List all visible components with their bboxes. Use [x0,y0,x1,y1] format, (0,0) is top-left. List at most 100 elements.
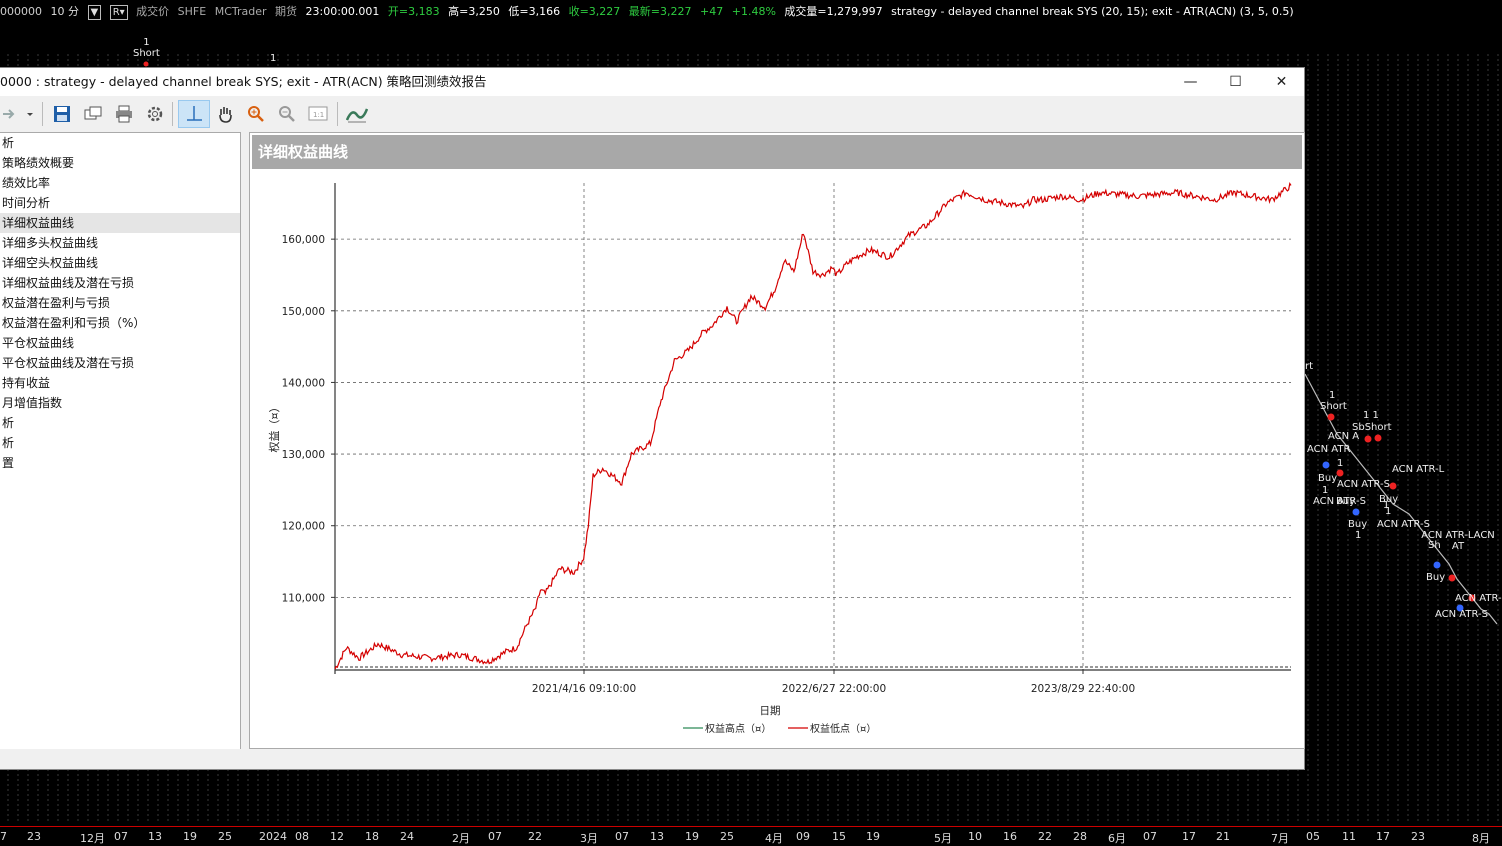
interval-dropdown-button[interactable]: ▼ [87,5,102,20]
date-axis-tick: 13 [650,830,664,843]
performance-report-window[interactable]: 0000 : strategy - delayed channel break … [0,67,1305,770]
maximize-button[interactable]: ☐ [1213,68,1258,96]
svg-text:1:1: 1:1 [313,111,324,119]
trade-signal-label: Buy [1318,473,1338,484]
date-axis-tick: 28 [1073,830,1087,843]
date-axis-tick: 7月 [1271,832,1289,845]
settings-gear-icon[interactable] [141,100,169,128]
equity-curve-chart[interactable]: 110,000 120,000 130,000 140,000 150,000 160,0… [250,169,1304,749]
forward-arrow-icon[interactable] [0,100,18,128]
tree-item[interactable]: 析 [0,433,240,453]
x-tick-label: 2023/8/29 22:40:00 [1031,683,1135,695]
date-axis-tick: 2月 [452,832,470,845]
tree-item[interactable]: 平仓权益曲线 [0,333,240,353]
date-axis-tick: 4月 [765,832,783,845]
tree-item[interactable]: 权益潜在盈利与亏损 [0,293,240,313]
volume-label: 成交量=1,279,997 [784,5,883,18]
y-tick-label: 140,000 [282,377,325,389]
tree-item[interactable]: 平仓权益曲线及潜在亏损 [0,353,240,373]
date-axis-tick: 23 [27,830,41,843]
y-tick-label: 150,000 [282,306,325,318]
trade-signal-label: SbShort [1352,422,1392,433]
date-axis-tick: 17 [1182,830,1196,843]
tree-item[interactable]: 绩效比率 [0,173,240,193]
date-axis-tick: 2024 [259,830,287,843]
tree-item[interactable]: 权益潜在盈利和亏损（%） [0,313,240,333]
tree-item[interactable]: 详细权益曲线及潜在亏损 [0,273,240,293]
trade-signal-label: 1 [1337,458,1344,469]
tree-item[interactable]: 时间分析 [0,193,240,213]
data-range-button[interactable]: R▾ [109,5,128,20]
interval-label[interactable]: 10 分 [51,5,80,18]
date-axis-tick: 16 [1003,830,1017,843]
tree-item[interactable]: 策略绩效概要 [0,153,240,173]
minimize-button[interactable]: — [1168,68,1213,96]
tree-item[interactable]: 月增值指数 [0,393,240,413]
tree-item[interactable]: 析 [0,133,240,153]
chart-wave-icon[interactable] [343,100,371,128]
symbol-label: 000000 [0,5,42,18]
date-axis-tick: 23 [1411,830,1425,843]
window-title: 0000 : strategy - delayed channel break … [0,74,487,89]
date-axis-tick: 07 [1143,830,1157,843]
crosshair-icon[interactable] [178,100,210,128]
zoom-in-icon[interactable] [242,100,270,128]
copy-icon[interactable] [79,100,107,128]
tree-item[interactable]: 析 [0,413,240,433]
tree-item[interactable]: 持有收益 [0,373,240,393]
price-change: +47 [700,5,724,18]
trade-signal-label: ACN ATR- [1455,593,1502,604]
print-icon[interactable] [110,100,138,128]
save-icon[interactable] [48,100,76,128]
close-price: 收=3,227 [568,5,621,18]
date-axis-tick: 21 [1216,830,1230,843]
date-axis-tick: 07 [114,830,128,843]
zoom-out-icon[interactable] [273,100,301,128]
date-axis: 7 23 12月 07 13 19 25 2024 08 12 18 24 2月 07 22 3月 07 13 19… [0,826,1502,846]
toolbar: 1:1 [0,96,1304,132]
x-tick-label: 2022/6/27 22:00:00 [782,683,886,695]
date-axis-tick: 13 [148,830,162,843]
tree-item[interactable]: 详细多头权益曲线 [0,233,240,253]
trade-signal-label: Buy [1379,494,1399,505]
toolbar-separator [337,102,338,126]
high-price: 高=3,250 [448,5,500,18]
tree-item[interactable]: 置 [0,453,240,473]
panel-header: 详细权益曲线 [252,135,1302,169]
y-tick-label: 130,000 [282,449,325,461]
trade-signal-label: 1 [1355,530,1362,541]
date-axis-tick: 8月 [1472,832,1490,845]
date-axis-tick: 19 [866,830,880,843]
category-label: 期货 [275,5,298,18]
time-label: 23:00:00.001 [305,5,380,18]
date-axis-tick: 19 [183,830,197,843]
legend-label-low: 权益低点（¤） [810,722,876,735]
trade-signal-label: Buy [1348,519,1368,530]
last-price: 最新=3,227 [628,5,692,18]
date-axis-tick: 5月 [934,832,952,845]
date-axis-tick: 6月 [1108,832,1126,845]
strategy-label: strategy - delayed channel break SYS (20… [891,5,1294,18]
signal-count-marker: 1 [270,53,277,64]
toolbar-separator [42,102,43,126]
window-titlebar[interactable]: 0000 : strategy - delayed channel break … [0,68,1304,96]
zoom-reset-icon[interactable]: 1:1 [304,100,332,128]
close-button[interactable]: ✕ [1259,68,1304,96]
y-tick-label: 160,000 [282,234,325,246]
date-axis-tick: 11 [1342,830,1356,843]
date-axis-tick: 15 [832,830,846,843]
trade-signal-label: 1 [1385,506,1392,517]
tree-item[interactable]: 详细权益曲线 [0,213,240,233]
date-axis-tick: 25 [218,830,232,843]
tree-item[interactable]: 详细空头权益曲线 [0,253,240,273]
date-axis-tick: 10 [968,830,982,843]
date-axis-tick: 3月 [580,832,598,845]
short-signal-marker: 1 Short [133,37,160,59]
trade-signal-label: Buy [1426,572,1446,583]
date-axis-tick: 22 [528,830,542,843]
hand-pan-icon[interactable] [211,100,239,128]
report-navigation-tree[interactable]: 析策略绩效概要 绩效比率 时间分析 详细权益曲线 详细多头权益曲线 详细空头权益曲线 详细权… [0,132,241,749]
date-axis-tick: 08 [295,830,309,843]
dropdown-arrow-icon[interactable] [22,100,38,128]
trade-signal-label: rt [1305,361,1314,372]
